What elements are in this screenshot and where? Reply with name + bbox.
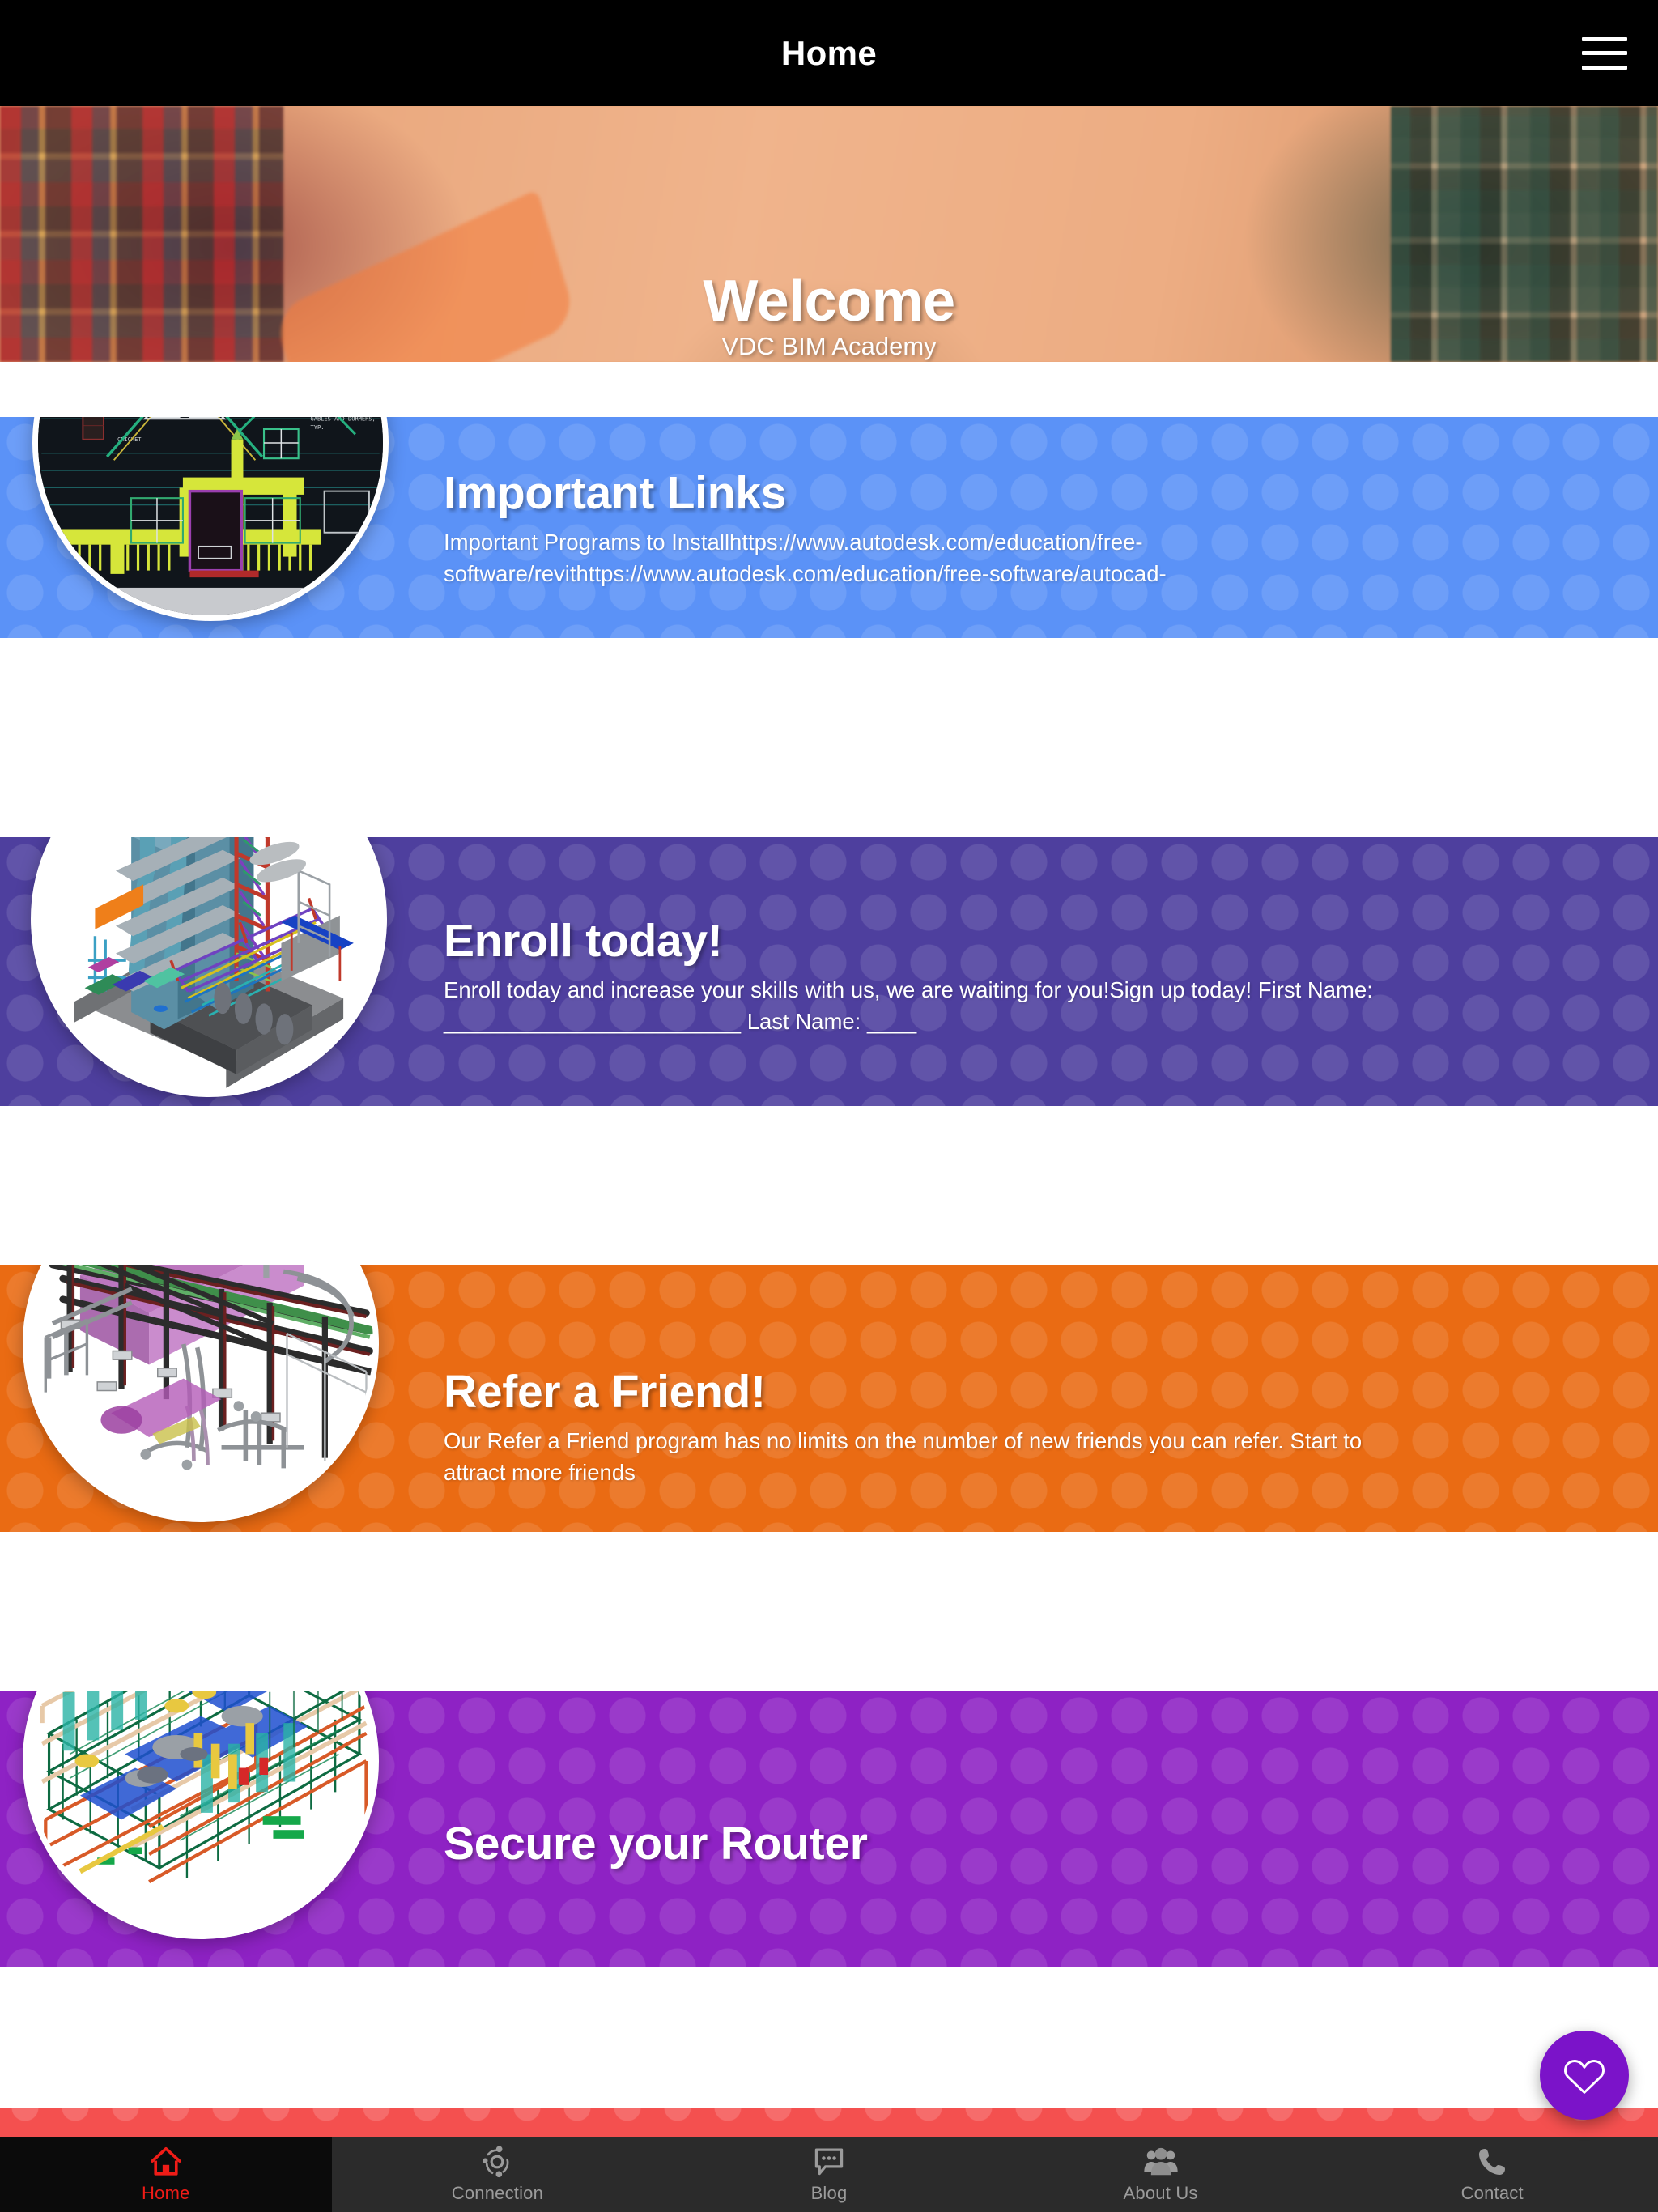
hero-title: Welcome [703, 269, 955, 334]
hamburger-menu-icon[interactable] [1582, 36, 1627, 70]
favorite-fab-button[interactable] [1540, 2031, 1629, 2120]
nav-item-blog[interactable]: Blog [663, 2137, 995, 2212]
nav-label-home: Home [142, 2182, 190, 2203]
card-description: Enroll today and increase your skills wi… [444, 976, 1373, 1034]
card-content: Important Links Important Programs to In… [444, 467, 1427, 589]
card-refer-a-friend[interactable]: Refer a Friend! Our Refer a Friend progr… [0, 1265, 1658, 1532]
card-description: Important Programs to Installhttps://www… [444, 529, 1167, 586]
card-important-links[interactable]: Express Tools Aplicaciones Anotación Cap… [0, 417, 1658, 638]
nav-label-connection: Connection [451, 2182, 544, 2203]
hamburger-bar [1582, 65, 1627, 70]
card-content: Enroll today! Enroll today and increase … [444, 917, 1427, 1037]
card-title: Refer a Friend! [444, 1366, 766, 1418]
phone-icon [1474, 2146, 1510, 2178]
people-group-icon [1143, 2146, 1179, 2178]
card-enroll-today[interactable]: Enroll today! Enroll today and increase … [0, 837, 1658, 1106]
hero-text-block: Welcome VDC BIM Academy [0, 272, 1658, 361]
card-title: Important Links [444, 467, 787, 519]
card-content: Refer a Friend! Our Refer a Friend progr… [444, 1368, 1427, 1488]
card-content: Secure your Router [444, 1818, 868, 1877]
nav-item-about-us[interactable]: About Us [995, 2137, 1327, 2212]
nav-label-contact: Contact [1460, 2182, 1524, 2203]
heart-icon [1564, 2060, 1605, 2094]
chat-bubble-icon [811, 2146, 847, 2178]
home-icon [148, 2146, 184, 2178]
nav-label-about-us: About Us [1123, 2182, 1198, 2203]
nav-item-home[interactable]: Home [0, 2137, 332, 2212]
hero-subtitle: VDC BIM Academy [721, 332, 937, 360]
nav-label-blog: Blog [810, 2182, 848, 2203]
bottom-navigation-bar: Home Connection Blog About Us Contact [0, 2137, 1658, 2212]
hamburger-bar [1582, 36, 1627, 41]
nav-item-connection[interactable]: Connection [332, 2137, 664, 2212]
card-secure-your-router[interactable]: Secure your Router [0, 1691, 1658, 1967]
card-description: Our Refer a Friend program has no limits… [444, 1427, 1363, 1485]
nav-item-contact[interactable]: Contact [1326, 2137, 1658, 2212]
app-root: Home Welcome VDC BIM Academy Express Too… [0, 0, 1658, 2212]
connection-network-icon [479, 2146, 515, 2178]
hamburger-bar [1582, 51, 1627, 55]
svg-text:TYP.: TYP. [311, 423, 325, 431]
card-title: Secure your Router [444, 1818, 868, 1870]
red-accent-strip [0, 2108, 1658, 2137]
card-title: Enroll today! [444, 915, 723, 967]
top-app-bar: Home [0, 0, 1658, 106]
hero-banner: Welcome VDC BIM Academy [0, 106, 1658, 362]
page-title: Home [780, 33, 878, 72]
